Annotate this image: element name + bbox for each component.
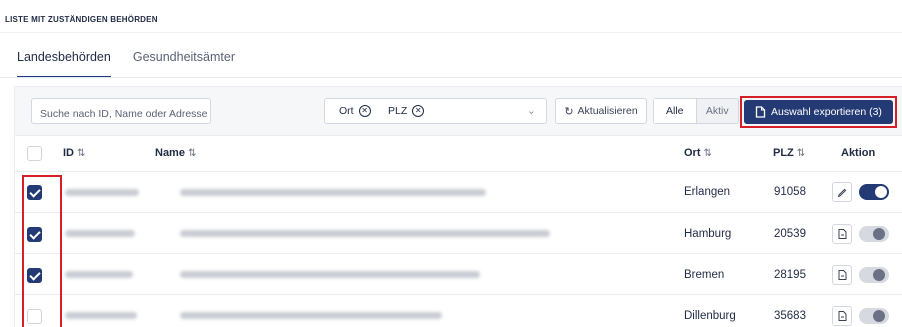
column-header-plz[interactable]: PLZ ⇅ <box>773 147 805 159</box>
page-title: LISTE MIT ZUSTÄNDIGEN BEHÖRDEN <box>5 15 158 24</box>
redacted-id <box>65 271 133 278</box>
refresh-button[interactable]: ↻ Aktualisieren <box>555 98 647 124</box>
chevron-down-icon[interactable]: ⌄ <box>527 104 536 117</box>
toggle-knob <box>873 228 885 240</box>
status-segmented-control: Alle Aktiv <box>653 98 739 124</box>
document-icon <box>838 311 846 321</box>
tabs-divider <box>0 77 902 78</box>
ort-cell: Erlangen <box>684 186 731 198</box>
tab-gesundheitsaemter[interactable]: Gesundheitsämter <box>133 50 235 78</box>
select-all-checkbox[interactable] <box>27 146 42 161</box>
table-row[interactable]: Bremen 28195 <box>15 254 902 295</box>
export-icon <box>755 106 766 118</box>
sort-icon: ⇅ <box>187 148 197 159</box>
active-toggle[interactable] <box>859 267 889 283</box>
redacted-name <box>180 271 480 278</box>
refresh-icon: ↻ <box>564 105 574 118</box>
edit-button[interactable] <box>832 182 852 202</box>
plz-cell: 28195 <box>774 269 806 281</box>
filter-chip-label: PLZ <box>388 105 408 117</box>
filter-chip-label: Ort <box>339 105 354 117</box>
table-row[interactable]: Hamburg 20539 <box>15 213 902 254</box>
tab-landesbehoerden[interactable]: Landesbehörden <box>17 50 111 78</box>
remove-chip-icon[interactable]: ✕ <box>412 105 425 117</box>
export-selection-button[interactable]: Auswahl exportieren (3) <box>744 100 893 124</box>
refresh-label: Aktualisieren <box>577 105 638 117</box>
plz-cell: 20539 <box>774 228 806 240</box>
redacted-name <box>180 312 442 319</box>
toggle-knob <box>873 310 885 322</box>
table-header-row: ID ⇅ Name ⇅ Ort ⇅ PLZ ⇅ Aktion <box>15 136 902 172</box>
table-toolbar: Ort ✕ PLZ ✕ ⌄ ↻ Aktualisieren Alle Aktiv… <box>15 87 902 136</box>
column-header-name[interactable]: Name ⇅ <box>155 147 196 159</box>
filter-chip-plz[interactable]: PLZ ✕ <box>388 105 425 117</box>
redacted-name <box>180 230 550 237</box>
export-label: Auswahl exportieren (3) <box>771 106 882 118</box>
remove-chip-icon[interactable]: ✕ <box>358 105 371 117</box>
authorities-table-card: Ort ✕ PLZ ✕ ⌄ ↻ Aktualisieren Alle Aktiv… <box>14 86 902 327</box>
active-toggle[interactable] <box>859 184 889 200</box>
document-icon <box>838 229 846 239</box>
toggle-knob <box>875 186 887 198</box>
active-toggle[interactable] <box>859 226 889 242</box>
segment-alle[interactable]: Alle <box>654 99 697 123</box>
redacted-id <box>65 312 137 319</box>
column-header-aktion: Aktion <box>841 147 876 159</box>
table-row[interactable]: Erlangen 91058 <box>15 172 902 213</box>
document-icon <box>838 270 846 280</box>
details-button[interactable] <box>832 224 852 244</box>
title-divider <box>0 32 902 33</box>
redacted-name <box>180 189 486 196</box>
search-input[interactable] <box>31 98 211 124</box>
table-row[interactable]: Dillenburg 35683 <box>15 295 902 327</box>
redacted-id <box>65 230 135 237</box>
plz-cell: 91058 <box>774 186 806 198</box>
column-header-ort[interactable]: Ort ⇅ <box>684 147 712 159</box>
sort-icon: ⇅ <box>77 148 86 159</box>
segment-aktiv[interactable]: Aktiv <box>697 99 739 123</box>
details-button[interactable] <box>832 306 852 326</box>
filter-chip-ort[interactable]: Ort ✕ <box>339 105 371 117</box>
ort-cell: Bremen <box>684 269 725 281</box>
column-header-id[interactable]: ID ⇅ <box>63 147 85 159</box>
pencil-icon <box>837 188 847 197</box>
redacted-id <box>65 189 139 196</box>
filter-select[interactable]: Ort ✕ PLZ ✕ ⌄ <box>324 98 547 124</box>
toggle-knob <box>873 269 885 281</box>
sort-icon: ⇅ <box>703 148 712 159</box>
checkbox-highlight-box <box>22 175 62 327</box>
active-toggle[interactable] <box>859 308 889 324</box>
ort-cell: Hamburg <box>684 228 732 240</box>
plz-cell: 35683 <box>774 310 806 322</box>
sort-icon: ⇅ <box>796 148 806 159</box>
details-button[interactable] <box>832 265 852 285</box>
tab-bar: Landesbehörden Gesundheitsämter <box>17 50 257 78</box>
ort-cell: Dillenburg <box>684 310 736 322</box>
